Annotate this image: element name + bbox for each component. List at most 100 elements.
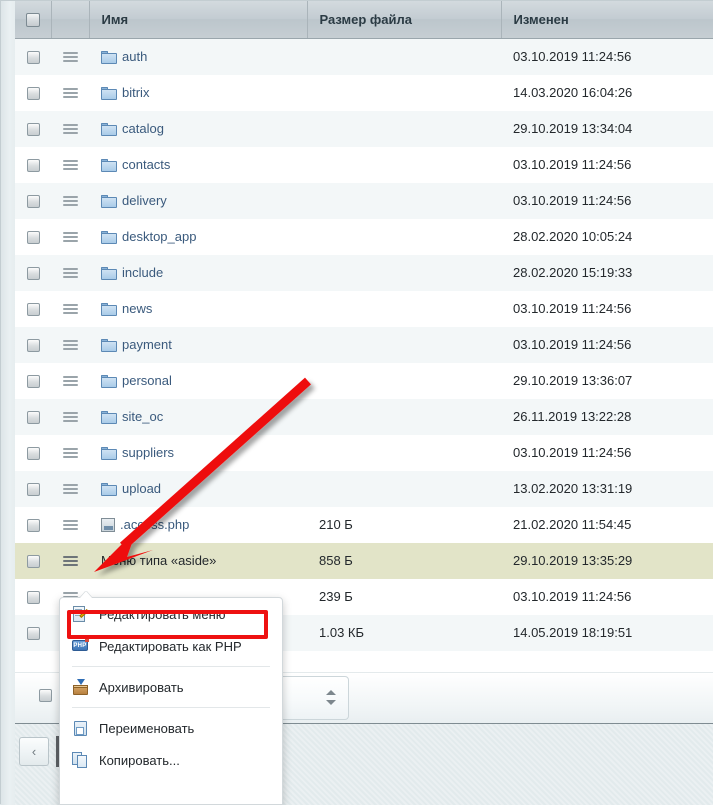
row-name-label[interactable]: desktop_app <box>122 230 196 245</box>
row-actions-cell[interactable] <box>51 362 89 399</box>
row-actions-cell[interactable] <box>51 470 89 507</box>
row-name-cell[interactable]: suppliers <box>89 434 307 471</box>
row-name-label[interactable]: news <box>122 302 152 317</box>
row-name-label[interactable]: payment <box>122 338 172 353</box>
row-select-cell[interactable] <box>15 470 51 507</box>
row-name-cell[interactable]: include <box>89 254 307 291</box>
row-checkbox[interactable] <box>26 231 40 245</box>
row-name-label[interactable]: delivery <box>122 194 167 209</box>
row-checkbox[interactable] <box>26 591 40 605</box>
table-row[interactable]: .access.php 210 Б 21.02.2020 11:54:45 <box>15 506 713 543</box>
row-actions-cell[interactable] <box>51 290 89 327</box>
stepper-up-arrow-icon[interactable] <box>326 690 336 695</box>
row-name-label[interactable]: site_oc <box>122 410 163 425</box>
stepper-down-arrow-icon[interactable] <box>326 700 336 705</box>
header-date[interactable]: Изменен <box>501 1 713 39</box>
row-name-cell[interactable]: delivery <box>89 182 307 219</box>
table-row[interactable]: Меню типа «aside» 858 Б 29.10.2019 13:35:2… <box>15 542 713 579</box>
row-menu-icon[interactable] <box>62 412 78 423</box>
table-row[interactable]: include 28.02.2020 15:19:33 <box>15 254 713 291</box>
row-name-label[interactable]: catalog <box>122 122 164 137</box>
row-checkbox[interactable] <box>26 159 40 173</box>
footer-select-all-checkbox[interactable] <box>39 689 52 702</box>
row-menu-icon[interactable] <box>62 268 78 279</box>
stepper-arrows-icon[interactable] <box>326 689 336 709</box>
row-select-cell[interactable] <box>15 398 51 435</box>
row-menu-icon[interactable] <box>62 124 78 135</box>
row-menu-icon[interactable] <box>62 232 78 243</box>
row-name-cell[interactable]: auth <box>89 38 307 75</box>
row-menu-icon[interactable] <box>62 304 78 315</box>
row-select-cell[interactable] <box>15 578 51 615</box>
row-name-label[interactable]: upload <box>122 482 161 497</box>
table-row[interactable]: desktop_app 28.02.2020 10:05:24 <box>15 218 713 255</box>
row-name-cell[interactable]: catalog <box>89 110 307 147</box>
row-actions-cell[interactable] <box>51 434 89 471</box>
row-menu-icon[interactable] <box>62 556 78 567</box>
context-menu-item[interactable]: Переименовать <box>60 712 282 744</box>
row-select-cell[interactable] <box>15 182 51 219</box>
row-select-cell[interactable] <box>15 434 51 471</box>
row-actions-cell[interactable] <box>51 110 89 147</box>
table-row[interactable]: bitrix 14.03.2020 16:04:26 <box>15 74 713 111</box>
row-checkbox[interactable] <box>26 555 40 569</box>
row-checkbox[interactable] <box>26 51 40 65</box>
select-all-checkbox[interactable] <box>25 13 40 28</box>
row-name-label[interactable]: contacts <box>122 158 170 173</box>
row-actions-cell[interactable] <box>51 146 89 183</box>
table-row[interactable]: payment 03.10.2019 11:24:56 <box>15 326 713 363</box>
table-row[interactable]: auth 03.10.2019 11:24:56 <box>15 38 713 75</box>
pager-previous-button[interactable]: ‹ <box>19 737 49 766</box>
row-actions-cell[interactable] <box>51 254 89 291</box>
row-name-cell[interactable]: upload <box>89 470 307 507</box>
row-select-cell[interactable] <box>15 110 51 147</box>
row-select-cell[interactable] <box>15 74 51 111</box>
header-size[interactable]: Размер файла <box>307 1 502 39</box>
row-actions-cell[interactable] <box>51 182 89 219</box>
row-select-cell[interactable] <box>15 362 51 399</box>
table-row[interactable]: upload 13.02.2020 13:31:19 <box>15 470 713 507</box>
row-menu-icon[interactable] <box>62 484 78 495</box>
row-name-cell[interactable]: news <box>89 290 307 327</box>
row-menu-icon[interactable] <box>62 520 78 531</box>
row-menu-icon[interactable] <box>62 448 78 459</box>
context-menu-item[interactable]: Редактировать меню <box>60 598 282 630</box>
row-checkbox[interactable] <box>26 447 40 461</box>
row-name-label[interactable]: auth <box>122 50 147 65</box>
row-name-label[interactable]: include <box>122 266 163 281</box>
table-row[interactable]: contacts 03.10.2019 11:24:56 <box>15 146 713 183</box>
table-row[interactable]: delivery 03.10.2019 11:24:56 <box>15 182 713 219</box>
row-checkbox[interactable] <box>26 87 40 101</box>
row-name-cell[interactable]: desktop_app <box>89 218 307 255</box>
row-checkbox[interactable] <box>26 267 40 281</box>
row-actions-cell[interactable] <box>51 218 89 255</box>
row-name-label[interactable]: suppliers <box>122 446 174 461</box>
row-checkbox[interactable] <box>26 627 40 641</box>
table-row[interactable]: site_oc 26.11.2019 13:22:28 <box>15 398 713 435</box>
row-actions-cell[interactable] <box>51 326 89 363</box>
row-checkbox[interactable] <box>26 123 40 137</box>
header-name[interactable]: Имя <box>89 1 308 39</box>
row-actions-cell[interactable] <box>51 506 89 543</box>
row-checkbox[interactable] <box>26 519 40 533</box>
table-row[interactable]: news 03.10.2019 11:24:56 <box>15 290 713 327</box>
row-name-label[interactable]: bitrix <box>122 86 149 101</box>
context-menu-item[interactable]: PHP Редактировать как PHP <box>60 630 282 662</box>
row-select-cell[interactable] <box>15 146 51 183</box>
row-checkbox[interactable] <box>26 375 40 389</box>
row-select-cell[interactable] <box>15 254 51 291</box>
context-menu-item[interactable]: Архивировать <box>60 671 282 703</box>
row-select-cell[interactable] <box>15 614 51 651</box>
context-menu-item[interactable]: Копировать... <box>60 744 282 776</box>
row-menu-icon[interactable] <box>62 376 78 387</box>
row-select-cell[interactable] <box>15 218 51 255</box>
table-row[interactable]: personal 29.10.2019 13:36:07 <box>15 362 713 399</box>
row-menu-icon[interactable] <box>62 52 78 63</box>
row-menu-icon[interactable] <box>62 88 78 99</box>
row-select-cell[interactable] <box>15 38 51 75</box>
header-select-all-cell[interactable] <box>15 1 52 39</box>
row-select-cell[interactable] <box>15 326 51 363</box>
row-checkbox[interactable] <box>26 303 40 317</box>
row-name-cell[interactable]: contacts <box>89 146 307 183</box>
row-menu-icon[interactable] <box>62 340 78 351</box>
